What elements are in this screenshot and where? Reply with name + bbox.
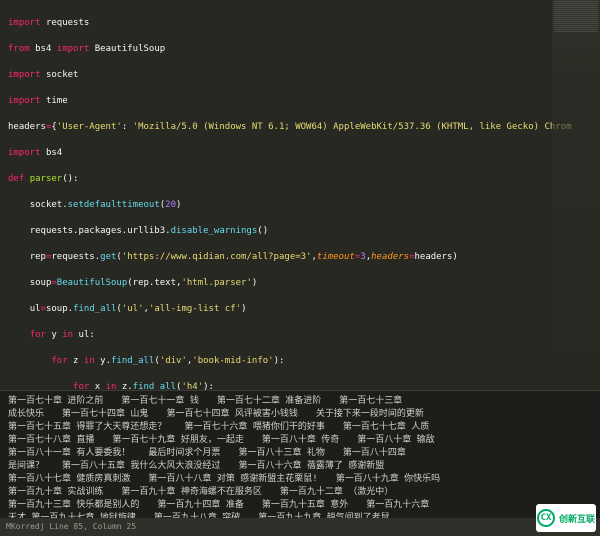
code-line: headers={'User-Agent': 'Mozilla/5.0 (Win… xyxy=(8,121,592,134)
output-cell: 第一百八十六章 蓓露薄了 感谢新盟 xyxy=(238,461,384,471)
output-cell: 第一百七十八章 直播 xyxy=(8,435,94,445)
output-cell: 第一百七十二章 准备进阶 xyxy=(217,396,321,406)
output-row: 第一百九十章 实战训练 第一百九十章 神奇海螺不在服务区 第一百九十二章 （激光中） xyxy=(8,486,592,499)
code-line: import requests xyxy=(8,17,592,30)
output-cell: 第一百八十三章 礼物 xyxy=(238,448,324,458)
logo-icon: CX xyxy=(537,509,555,527)
code-line: requests.packages.urllib3.disable_warnin… xyxy=(8,225,592,238)
output-cell: 第一百七十三章 xyxy=(339,396,402,406)
output-cell: 第一百七十七章 人质 xyxy=(343,422,429,432)
output-cell: 第一百七十章 进阶之前 xyxy=(8,396,103,406)
status-bar: MKorredj Line 85, Column 25 xyxy=(0,518,600,536)
output-cell: 第一百九十二章 （激光中） xyxy=(280,487,393,497)
output-row: 是间课？ 第一百八十五章 我什么大风大浪没经过 第一百八十六章 蓓露薄了 感谢新盟 xyxy=(8,460,592,473)
status-text: MKorredj Line 85, Column 25 xyxy=(6,522,136,531)
code-line: rep=requests.get('https://www.qidian.com… xyxy=(8,251,592,264)
output-row: 成长快乐 第一百七十四章 山鬼 第一百七十四章 风评被害小钱钱 关于接下来一段时间的更… xyxy=(8,408,592,421)
output-cell: 第一百九十章 实战训练 xyxy=(8,487,103,497)
output-cell: 第一百九十四章 准备 xyxy=(157,500,243,510)
code-line: soup=BeautifulSoup(rep.text,'html.parser… xyxy=(8,277,592,290)
output-cell: 第一百八十四章 xyxy=(343,448,406,458)
code-line: ul=soup.find_all('ul','all-img-list cf') xyxy=(8,303,592,316)
code-line: def parser(): xyxy=(8,173,592,186)
minimap[interactable] xyxy=(552,0,600,390)
output-cell: 第一百七十四章 风评被害小钱钱 xyxy=(166,409,297,419)
logo-label: 创新互联 xyxy=(559,512,595,525)
output-cell: 成长快乐 xyxy=(8,409,44,419)
code-line: for z in y.find_all('div','book-mid-info… xyxy=(8,355,592,368)
code-line: for y in ul: xyxy=(8,329,592,342)
output-cell: 第一百八十一章 有人要委我！ xyxy=(8,448,130,458)
output-row: 第一百八十七章 健质房真刺激 第一百八十八章 对策 感谢新盟主花栗鼠! 第一百八十九… xyxy=(8,473,592,486)
output-cell: 第一百七十一章 钱 xyxy=(121,396,198,406)
output-row: 第一百九十三章 快乐都是别人的 第一百九十四章 准备 第一百九十五章 意外 第一百九十… xyxy=(8,499,592,512)
output-cell: 第一百九十章 神奇海螺不在服务区 xyxy=(121,487,261,497)
output-cell: 第一百七十九章 好朋友，一起走 xyxy=(112,435,243,445)
output-cell: 第一百七十五章 得罪了大天尊还想走？ xyxy=(8,422,166,432)
output-cell: 第一百九十五章 意外 xyxy=(262,500,348,510)
output-row: 第一百七十五章 得罪了大天尊还想走？ 第一百七十六章 喂猪你们干的好事 第一百七十七… xyxy=(8,421,592,434)
output-panel[interactable]: 第一百七十章 进阶之前 第一百七十一章 钱 第一百七十二章 准备进阶 第一百七十三章成… xyxy=(0,390,600,518)
output-row: 第一百七十章 进阶之前 第一百七十一章 钱 第一百七十二章 准备进阶 第一百七十三章 xyxy=(8,395,592,408)
output-cell: 第一百八十七章 健质房真刺激 xyxy=(8,474,130,484)
code-line: import socket xyxy=(8,69,592,82)
output-cell: 第一百八十九章 你快乐吗 xyxy=(336,474,440,484)
code-line: socket.setdefaulttimeout(20) xyxy=(8,199,592,212)
code-line: for x in z.find_all('h4'): xyxy=(8,381,592,390)
output-cell: 第一百九十六章 xyxy=(366,500,429,510)
output-cell: 关于接下来一段时间的更新 xyxy=(316,409,424,419)
output-cell: 第一百九十三章 快乐都是别人的 xyxy=(8,500,139,510)
output-cell: 第一百八十五章 我什么大风大浪没经过 xyxy=(62,461,220,471)
output-cell: 第一百八十章 输敌 xyxy=(357,435,434,445)
output-cell: 第一百八十章 传奇 xyxy=(262,435,339,445)
output-row: 第一百七十八章 直播 第一百七十九章 好朋友，一起走 第一百八十章 传奇 第一百八十章… xyxy=(8,434,592,447)
code-line: from bs4 import BeautifulSoup xyxy=(8,43,592,56)
code-line: import time xyxy=(8,95,592,108)
output-cell: 是间课？ xyxy=(8,461,44,471)
output-cell: 第一百七十六章 喂猪你们干的好事 xyxy=(184,422,324,432)
output-row: 第一百八十一章 有人要委我！ 最后时间求个月票 第一百八十三章 礼物 第一百八十四章 xyxy=(8,447,592,460)
output-cell: 第一百八十八章 对策 感谢新盟主花栗鼠! xyxy=(148,474,317,484)
output-cell: 第一百七十四章 山鬼 xyxy=(62,409,148,419)
code-line: import bs4 xyxy=(8,147,592,160)
watermark-logo: CX 创新互联 xyxy=(536,504,596,532)
output-cell: 最后时间求个月票 xyxy=(148,448,220,458)
code-editor[interactable]: import requests from bs4 import Beautifu… xyxy=(0,0,600,390)
